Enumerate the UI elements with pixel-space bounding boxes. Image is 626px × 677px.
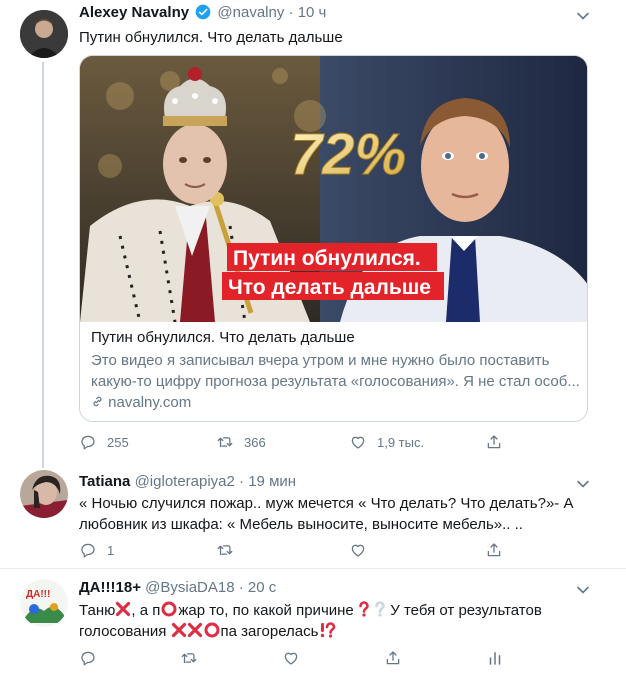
interrobang-icon — [321, 622, 336, 638]
reply-button[interactable] — [79, 648, 97, 668]
retweet-button[interactable]: 366 — [216, 432, 266, 452]
tweet-text: Таню , а п жар то, по какой причине У тебя… — [79, 600, 599, 642]
handle[interactable]: @navalny — [217, 4, 284, 21]
analytics-button[interactable] — [486, 648, 504, 668]
tweet-text-segment: па загорелась — [220, 623, 319, 640]
tweet-text-segment: У тебя от результатов — [386, 602, 542, 619]
cross-mark-icon — [116, 601, 131, 617]
hollow-circle-icon — [204, 622, 220, 638]
card-overlay-percent: 72% — [290, 122, 406, 187]
handle[interactable]: @igloterapiya2 — [135, 473, 235, 490]
tweet-text-segment: голосования — [79, 623, 171, 640]
share-icon — [487, 543, 501, 557]
share-icon — [386, 651, 400, 665]
card-overlay-line1: Путин обнулился. — [233, 247, 421, 270]
card-description: Это видео я записывал вчера утром и мне … — [91, 350, 581, 392]
link-card[interactable]: 72% Путин обнулился. Что делать дальше П… — [79, 55, 588, 422]
tweet-text-line: « Ночью случился пожар.. муж мечется « Ч… — [79, 495, 574, 512]
tweet-text: Путин обнулился. Что делать дальше — [79, 29, 343, 46]
tweet-text-segment: жар то, по какой причине — [178, 602, 358, 619]
like-icon — [351, 544, 365, 557]
reply-icon — [81, 543, 95, 558]
link-icon — [93, 396, 102, 407]
retweet-button[interactable] — [180, 648, 198, 668]
retweet-icon — [217, 545, 233, 556]
tweet-header: Tatiana @igloterapiya2 · 19 мин — [79, 473, 296, 490]
separator-dot: · — [238, 579, 244, 596]
share-button[interactable] — [384, 648, 402, 668]
cross-mark-icon — [187, 622, 202, 638]
like-button[interactable] — [282, 648, 300, 668]
reply-button[interactable]: 1 — [79, 540, 114, 560]
red-question-icon — [359, 601, 369, 617]
avatar-label: ДА!!! — [26, 589, 50, 600]
tweet-tatiana[interactable]: Tatiana @igloterapiya2 · 19 мин « Ночью … — [0, 460, 626, 570]
timestamp[interactable]: 10 ч — [298, 4, 327, 21]
thread-line — [42, 62, 44, 462]
handle[interactable]: @BysiaDA18 — [145, 579, 234, 596]
retweet-count: 366 — [244, 434, 266, 450]
avatar[interactable] — [20, 470, 68, 518]
verified-icon — [195, 4, 211, 20]
white-question-icon — [375, 601, 385, 617]
card-link-domain[interactable]: navalny.com — [108, 394, 191, 411]
avatar[interactable] — [20, 10, 68, 58]
reply-button[interactable]: 255 — [79, 432, 129, 452]
tweet-text-segment: Таню — [79, 602, 116, 619]
analytics-icon — [489, 652, 501, 665]
share-button[interactable] — [485, 432, 503, 452]
card-title[interactable]: Путин обнулился. Что делать дальше — [91, 329, 355, 346]
tweet-header: Alexey Navalny @navalny · 10 ч — [79, 4, 326, 21]
tweet-actions: 255 366 1,9 тыс. — [79, 432, 559, 452]
chevron-down-icon[interactable] — [576, 477, 590, 491]
like-icon — [284, 652, 298, 665]
retweet-button[interactable] — [216, 540, 234, 560]
tweet-bysiada18[interactable]: ДА!!! ДА!!!18+ @BysiaDA18 · 20 с Таню , а… — [0, 569, 626, 677]
display-name[interactable]: Tatiana — [79, 473, 130, 490]
like-button[interactable]: 1,9 тыс. — [349, 432, 424, 452]
reply-count: 1 — [107, 542, 115, 558]
display-name[interactable]: Alexey Navalny — [79, 4, 189, 21]
avatar[interactable]: ДА!!! — [20, 579, 68, 627]
tweet-text: « Ночью случился пожар.. муж мечется « Ч… — [79, 493, 599, 535]
retweet-icon — [217, 437, 233, 448]
card-image[interactable]: 72% Путин обнулился. Что делать дальше — [80, 56, 587, 322]
reply-icon — [81, 435, 95, 450]
card-link[interactable]: navalny.com — [91, 394, 191, 411]
timestamp[interactable]: 20 с — [248, 579, 276, 596]
chevron-down-icon[interactable] — [576, 583, 590, 597]
tweet-header: ДА!!!18+ @BysiaDA18 · 20 с — [79, 579, 276, 596]
separator-dot: · — [288, 4, 294, 21]
hollow-circle-icon — [161, 601, 177, 617]
display-name[interactable]: ДА!!!18+ — [79, 579, 141, 596]
card-overlay-line2: Что делать дальше — [228, 276, 431, 299]
tweet-text-line: любовник из шкафа: « Мебель выносите, вы… — [79, 516, 523, 533]
retweet-icon — [181, 653, 197, 664]
like-icon — [351, 436, 365, 449]
tweet-text-segment: , а п — [131, 602, 161, 619]
like-count: 1,9 тыс. — [377, 434, 425, 450]
chevron-down-icon[interactable] — [576, 9, 590, 23]
tweet-actions: 1 — [79, 540, 559, 560]
reply-icon — [81, 651, 95, 666]
card-description-line: Это видео я записывал вчера утром и мне … — [91, 352, 550, 369]
share-button[interactable] — [485, 540, 503, 560]
timestamp[interactable]: 19 мин — [248, 473, 296, 490]
separator-dot: · — [239, 473, 245, 490]
tweet-navalny[interactable]: Alexey Navalny @navalny · 10 ч Путин обн… — [0, 0, 626, 462]
thread-line — [42, 460, 44, 468]
cross-mark-icon — [171, 622, 186, 638]
card-description-line: какую-то цифру прогноза результата «голо… — [91, 373, 580, 390]
reply-count: 255 — [107, 434, 129, 450]
share-icon — [487, 435, 501, 449]
tweet-actions — [79, 648, 599, 668]
like-button[interactable] — [349, 540, 367, 560]
